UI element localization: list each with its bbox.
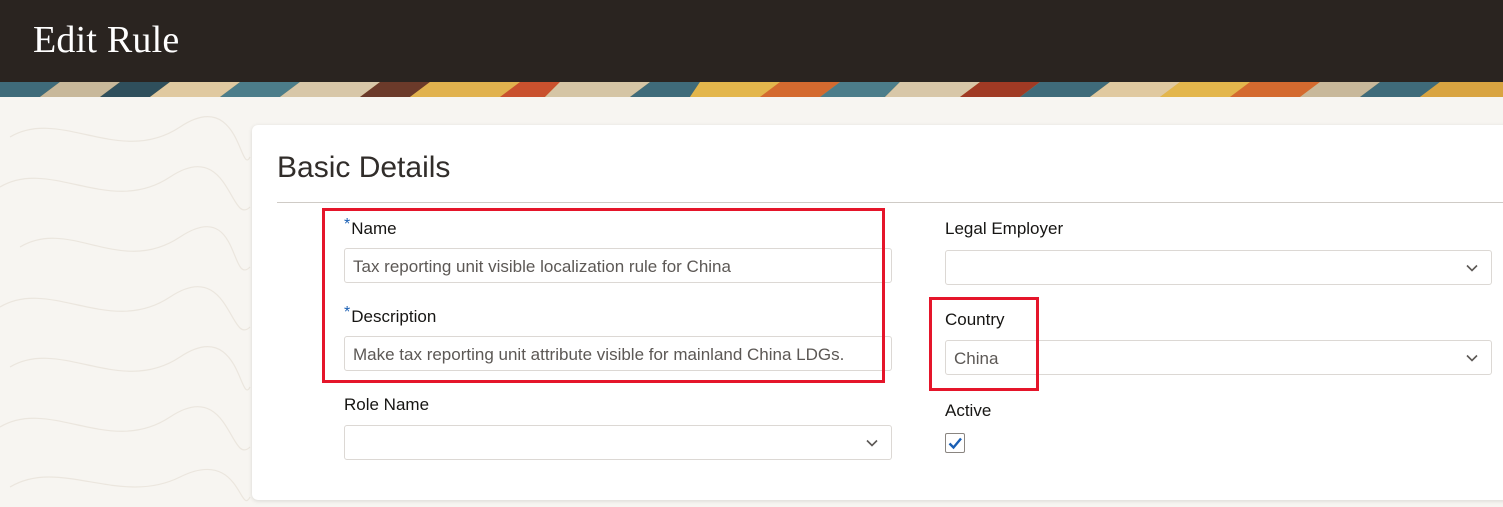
section-divider	[277, 202, 1503, 203]
active-checkbox[interactable]	[945, 433, 965, 453]
chevron-down-icon	[866, 439, 878, 447]
legal-employer-select[interactable]	[945, 250, 1492, 285]
chevron-down-icon	[1466, 264, 1478, 272]
role-name-label: Role Name	[344, 395, 430, 414]
chevron-down-icon	[1466, 354, 1478, 362]
role-name-select[interactable]	[344, 425, 892, 460]
highlight-box-country	[929, 297, 1039, 391]
active-label: Active	[945, 401, 992, 420]
decorative-banner	[0, 82, 1503, 97]
checkmark-icon	[948, 437, 962, 450]
highlight-box-name-description	[322, 208, 885, 383]
legal-employer-label: Legal Employer	[945, 219, 1064, 238]
page-title: Edit Rule	[33, 19, 180, 61]
section-title: Basic Details	[277, 151, 451, 184]
app-header: Edit Rule	[0, 0, 1503, 82]
